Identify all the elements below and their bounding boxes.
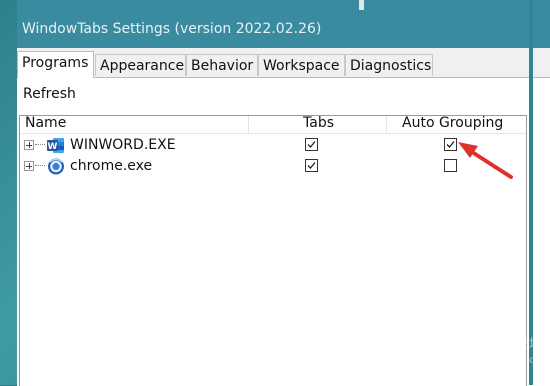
watermark-title: 吾爱破解论坛	[463, 337, 542, 352]
watermark: 吾爱破解论坛 www.52pojie.cn	[456, 337, 542, 369]
tab-programs[interactable]: Programs	[17, 51, 94, 78]
watermark-url: www.52pojie.cn	[456, 355, 542, 366]
